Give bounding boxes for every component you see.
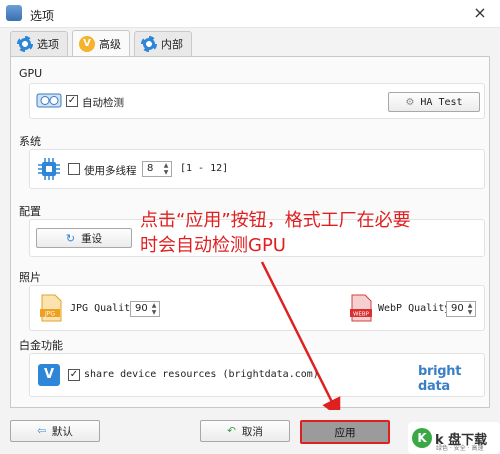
tab-advanced[interactable]: V 高级 [72,30,130,57]
webp-file-icon: WEBP [350,294,372,322]
default-label: 默认 [51,425,73,438]
photo-panel: JPG JPG Quality 90 ▲ ▼ WEBP WebP Quality … [29,285,485,331]
v-badge-icon: V [79,36,95,52]
gpu-panel: ✓ 自动检测 ⚙ HA Test [29,83,485,119]
ha-test-button[interactable]: ⚙ HA Test [388,92,480,112]
tab-label: 选项 [37,38,59,51]
reset-button[interactable]: ↻ 重设 [36,228,132,248]
window-title: 选项 [30,9,55,23]
tab-internal[interactable]: 内部 [134,31,192,56]
undo-arrow-icon: ↶ [227,425,236,437]
cancel-label: 取消 [241,425,263,438]
jpg-icon-text: JPG [44,311,55,318]
thread-range-label: [1 - 12] [180,163,229,174]
annotation-text: 点击“应用”按钮，格式工厂在必要 时会自动检测GPU [140,208,490,258]
ha-test-label: HA Test [420,96,463,108]
jpg-quality-value: 90 [135,303,148,314]
gpu-card-icon [36,93,62,108]
share-resources-label: share device resources (brightdata.com) [84,369,319,380]
app-icon [6,5,22,21]
reset-label: 重设 [81,232,103,245]
webp-quality-stepper[interactable]: 90 ▲ ▼ [446,301,476,317]
title-bar: 选项 × [0,0,500,28]
section-title-config: 配置 [19,205,41,218]
multithread-label: 使用多线程 [84,165,137,177]
watermark-sub: 绿色 · 安全 · 高速 [436,445,484,452]
gear-small-icon: ⚙ [405,96,415,108]
jpg-quality-label: JPG Quality [70,303,137,314]
tab-options[interactable]: 选项 [10,31,68,56]
section-title-platinum: 白金功能 [19,339,63,352]
cancel-button[interactable]: ↶ 取消 [200,420,290,442]
apply-button[interactable]: 应用 [300,420,390,444]
default-icon: ⇦ [37,425,46,437]
v-logo-icon: V [38,364,60,386]
gear-icon [17,36,33,52]
auto-detect-label: 自动检测 [82,97,124,109]
multithread-checkbox[interactable] [68,163,80,175]
section-title-system: 系统 [19,135,41,148]
tab-label: 内部 [161,38,183,51]
close-button[interactable]: × [470,3,490,23]
annotation-line-2: 时会自动检测GPU [140,235,286,256]
default-button[interactable]: ⇦ 默认 [10,420,100,442]
annotation-line-1: 点击“应用”按钮，格式工厂在必要 [140,210,411,231]
watermark-k-icon: K [412,428,432,448]
platinum-panel: V ✓ share device resources (brightdata.c… [29,353,485,397]
tab-label: 高级 [99,38,121,51]
stepper-arrows-icon[interactable]: ▲ ▼ [162,162,170,176]
gear-icon [141,36,157,52]
share-resources-checkbox[interactable]: ✓ [68,369,80,381]
thread-count-stepper[interactable]: 8 ▲ ▼ [142,161,172,177]
jpg-file-icon: JPG [40,294,62,322]
cpu-chip-icon [38,158,60,180]
auto-detect-checkbox[interactable]: ✓ [66,95,78,107]
section-title-photo: 照片 [19,271,41,284]
brightdata-logo: bright data [418,364,462,394]
stepper-arrows-icon[interactable]: ▲ ▼ [466,302,474,316]
webp-icon-text: WEBP [353,312,370,318]
watermark-logo: K k 盘下载 绿色 · 安全 · 高速 [408,422,500,454]
webp-quality-label: WebP Quality [378,303,451,314]
stepper-arrows-icon[interactable]: ▲ ▼ [150,302,158,316]
system-panel: 使用多线程 8 ▲ ▼ [1 - 12] [29,149,485,189]
thread-count-value: 8 [147,163,154,174]
refresh-icon: ↻ [65,231,76,245]
jpg-quality-stepper[interactable]: 90 ▲ ▼ [130,301,160,317]
webp-quality-value: 90 [451,303,464,314]
apply-label: 应用 [334,426,356,439]
section-title-gpu: GPU [19,67,43,80]
